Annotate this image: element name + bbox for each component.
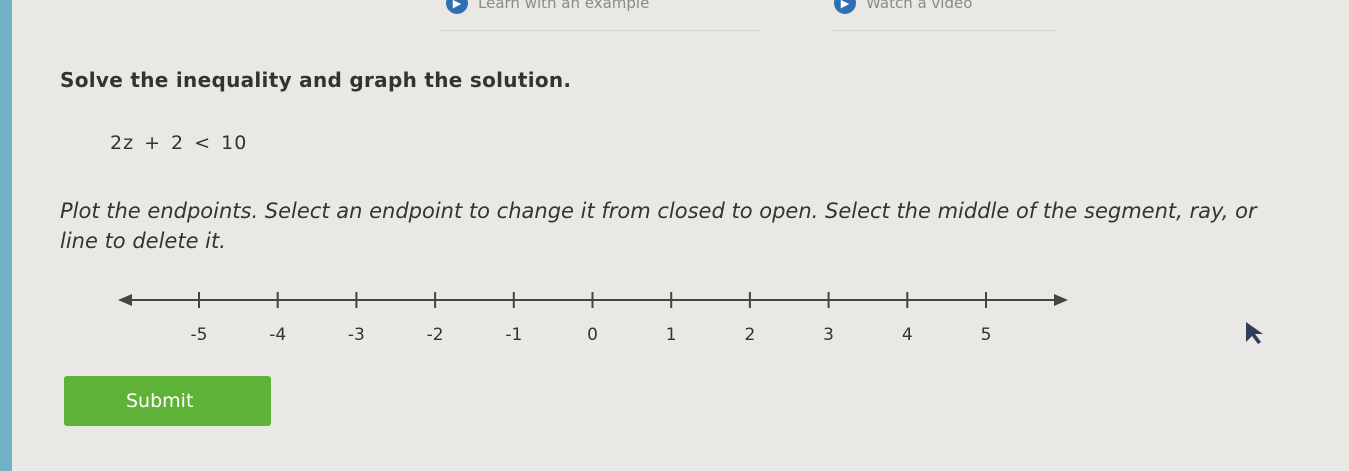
submit-button[interactable]: Submit [64, 376, 271, 426]
tick-label: 1 [666, 325, 677, 345]
tick-label: 3 [823, 325, 834, 345]
mouse-cursor-icon [1246, 322, 1263, 344]
tick-label: 2 [744, 325, 755, 345]
tick-label: 0 [587, 325, 598, 345]
tick-label: 4 [902, 325, 913, 345]
tick-label: -3 [348, 325, 365, 345]
left-arrow-icon [118, 294, 132, 306]
tick-label: -4 [269, 325, 286, 345]
tick-label: -2 [427, 325, 444, 345]
tick-label: 5 [981, 325, 992, 345]
tick-label: -5 [191, 325, 208, 345]
right-arrow-icon [1054, 294, 1068, 306]
tick-label: -1 [505, 325, 522, 345]
